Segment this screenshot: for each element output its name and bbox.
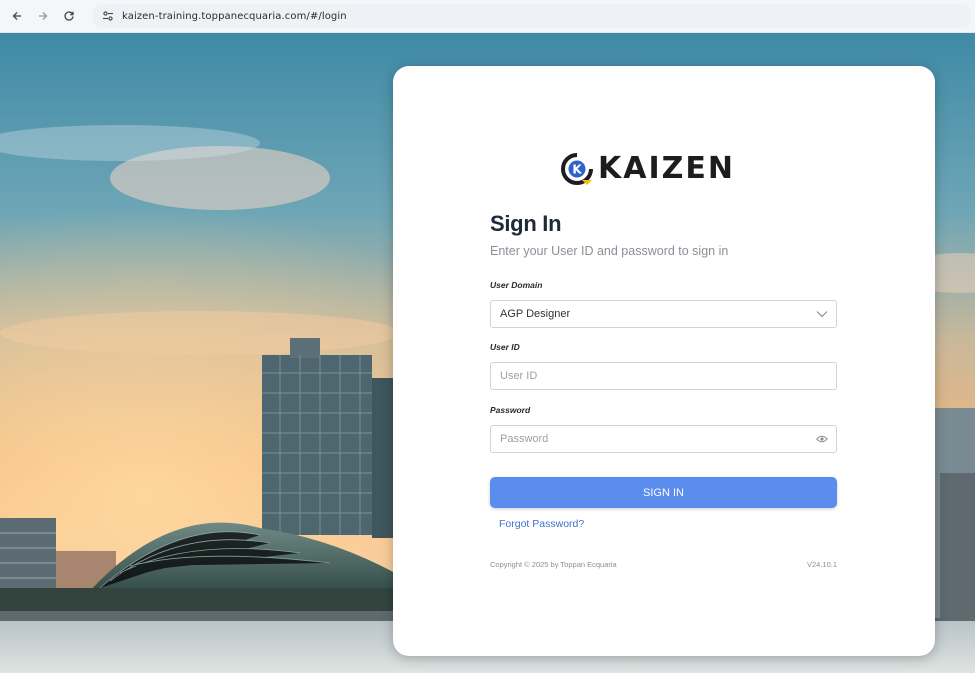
user-id-label: User ID <box>490 342 520 352</box>
back-arrow-icon <box>12 12 21 20</box>
login-card: K KAIZEN Sign In Enter your User ID and … <box>393 66 935 656</box>
site-settings-icon[interactable] <box>100 8 116 24</box>
forward-button[interactable] <box>32 5 54 27</box>
brand-name: KAIZEN <box>598 151 735 186</box>
password-input[interactable]: Password <box>490 425 837 453</box>
kaizen-logo-icon: K <box>561 153 593 185</box>
version-text: V24.10.1 <box>806 560 837 569</box>
user-id-placeholder: User ID <box>500 370 538 382</box>
user-id-input[interactable]: User ID <box>490 362 837 390</box>
reload-button[interactable] <box>58 5 80 27</box>
page-subtitle: Enter your User ID and password to sign … <box>490 244 729 258</box>
back-button[interactable] <box>6 5 28 27</box>
browser-toolbar: kaizen-training.toppanecquaria.com/#/log… <box>0 0 975 33</box>
reload-icon <box>64 11 74 21</box>
password-placeholder: Password <box>500 433 549 445</box>
sign-in-button[interactable]: SIGN IN <box>490 477 837 508</box>
user-domain-select[interactable]: AGP Designer <box>490 300 837 328</box>
page-title: Sign In <box>490 211 562 236</box>
svg-text:K: K <box>572 163 582 177</box>
kaizen-logo: K KAIZEN <box>560 152 735 186</box>
copyright-text: Copyright © 2025 by Toppan Ecquaria <box>490 560 617 569</box>
forward-arrow-icon <box>39 12 48 20</box>
chevron-down-icon <box>816 310 828 318</box>
password-label: Password <box>490 405 531 415</box>
url-text: kaizen-training.toppanecquaria.com/#/log… <box>122 10 347 22</box>
forgot-password-link[interactable]: Forgot Password? <box>499 518 584 530</box>
user-domain-label: User Domain <box>490 280 543 290</box>
show-password-eye-icon[interactable] <box>816 435 828 443</box>
app: kaizen-training.toppanecquaria.com/#/log… <box>0 0 975 673</box>
address-bar[interactable]: kaizen-training.toppanecquaria.com/#/log… <box>92 4 972 28</box>
user-domain-value: AGP Designer <box>500 308 571 320</box>
